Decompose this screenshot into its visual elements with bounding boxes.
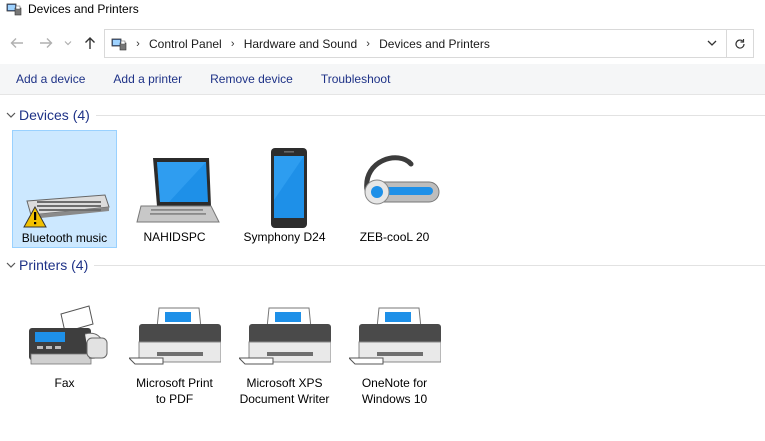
breadcrumb-hardware-and-sound[interactable]: Hardware and Sound [240, 37, 361, 51]
fax-icon [28, 305, 107, 365]
printers-group-title: Printers (4) [19, 257, 89, 273]
devices-printers-icon [6, 3, 22, 16]
bluetooth-headset-icon [363, 155, 439, 205]
chevron-down-icon [64, 41, 72, 46]
device-item-nahidspc[interactable]: NAHIDSPC [122, 130, 227, 248]
up-button[interactable] [82, 35, 98, 51]
printer-label: OneNote for Windows 10 [361, 376, 428, 406]
device-item-bluetooth-music[interactable]: Bluetooth music [12, 130, 117, 248]
device-label: ZEB-cooL 20 [359, 230, 430, 244]
refresh-button[interactable] [727, 29, 754, 58]
device-item-symphony-d24[interactable]: Symphony D24 [232, 130, 337, 248]
address-history-chevron-icon[interactable] [706, 37, 718, 49]
chevron-down-icon [6, 112, 16, 118]
control-panel-location-icon [111, 38, 127, 50]
breadcrumb-separator-icon[interactable]: › [131, 38, 145, 50]
printer-label: Fax [54, 376, 75, 390]
arrow-up-icon [85, 37, 95, 49]
printer-item-microsoft-print-to-pdf[interactable]: Microsoft Print to PDF [122, 284, 227, 406]
printer-label: Microsoft XPS Document Writer [239, 376, 330, 406]
window-title: Devices and Printers [28, 2, 139, 16]
add-device-button[interactable]: Add a device [0, 72, 99, 86]
device-label: NAHIDSPC [143, 230, 206, 244]
device-label: Bluetooth music [21, 231, 108, 245]
printers-group-header[interactable]: Printers (4) [0, 255, 765, 275]
device-item-zeb-cool-20[interactable]: ZEB-cooL 20 [342, 130, 447, 248]
printer-item-microsoft-xps-document-writer[interactable]: Microsoft XPS Document Writer [232, 284, 337, 406]
printer-item-fax[interactable]: Fax [12, 284, 117, 402]
arrow-right-icon [40, 38, 53, 48]
troubleshoot-button[interactable]: Troubleshoot [307, 72, 405, 86]
devices-group-header[interactable]: Devices (4) [0, 105, 765, 125]
recent-locations-button[interactable] [63, 35, 73, 51]
printer-icon [128, 307, 221, 365]
add-printer-button[interactable]: Add a printer [99, 72, 196, 86]
arrow-left-icon [10, 38, 23, 48]
devices-group-title: Devices (4) [19, 107, 90, 123]
remove-device-button[interactable]: Remove device [196, 72, 307, 86]
command-bar: Add a device Add a printer Remove device… [0, 64, 765, 95]
smartphone-icon [270, 148, 307, 228]
printer-icon [238, 307, 331, 365]
forward-button[interactable] [38, 35, 54, 51]
group-divider [94, 264, 765, 266]
address-bar[interactable]: › Control Panel › Hardware and Sound › D… [104, 29, 727, 58]
keyboard-warning-icon [22, 194, 110, 228]
breadcrumb-devices-and-printers[interactable]: Devices and Printers [375, 37, 494, 51]
group-divider [95, 114, 765, 116]
refresh-icon [735, 38, 745, 49]
printer-item-onenote-for-windows-10[interactable]: OneNote for Windows 10 [342, 284, 447, 406]
back-button[interactable] [9, 35, 25, 51]
title-bar: Devices and Printers [0, 0, 765, 18]
chevron-down-icon [6, 262, 16, 268]
laptop-icon [135, 158, 220, 223]
breadcrumb-separator-icon[interactable]: › [226, 38, 240, 50]
breadcrumb-separator-icon[interactable]: › [361, 38, 375, 50]
printer-label: Microsoft Print to PDF [136, 376, 213, 406]
printer-icon [348, 307, 441, 365]
breadcrumb-control-panel[interactable]: Control Panel [145, 37, 226, 51]
device-label: Symphony D24 [243, 230, 326, 244]
